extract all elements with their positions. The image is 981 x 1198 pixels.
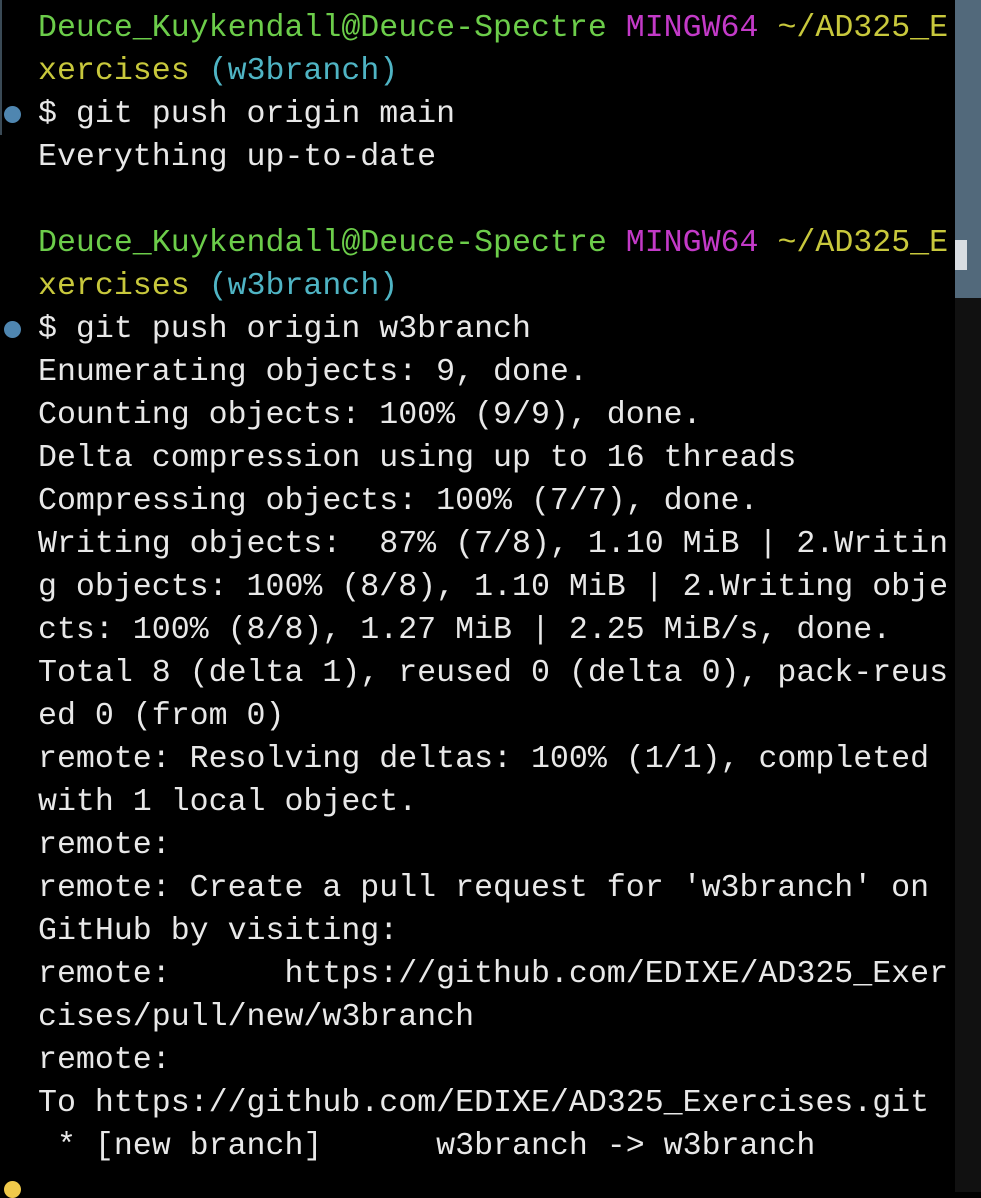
terminal-line: Writing objects: 87% (7/8), 1.10 MiB | 2…	[38, 523, 948, 566]
terminal-line: ed 0 (from 0)	[38, 695, 284, 738]
text-segment-path: ~/AD325_E	[777, 226, 949, 261]
text-segment-output: ed 0 (from 0)	[38, 699, 285, 734]
terminal-line: Deuce_Kuykendall@Deuce-Spectre MINGW64 ~…	[38, 7, 948, 50]
command-decoration-icon[interactable]	[4, 106, 21, 123]
text-segment-msystem: MINGW64	[625, 11, 778, 46]
pane-border	[0, 0, 2, 135]
text-segment-output: cts: 100% (8/8), 1.27 MiB | 2.25 MiB/s, …	[38, 613, 892, 648]
command-pending-decoration-icon[interactable]	[4, 1181, 21, 1198]
text-segment-output: cises/pull/new/w3branch	[38, 1000, 475, 1035]
text-segment-output: GitHub by visiting:	[38, 914, 399, 949]
terminal-line: Delta compression using up to 16 threads	[38, 437, 796, 480]
terminal-line: Everything up-to-date	[38, 136, 436, 179]
terminal-line: $ git push origin w3branch	[38, 308, 531, 351]
terminal-line: remote: Resolving deltas: 100% (1/1), co…	[38, 738, 929, 781]
text-segment-msystem: MINGW64	[625, 226, 778, 261]
text-segment-user-host: Deuce_Kuykendall@Deuce-Spectre	[38, 11, 626, 46]
text-segment-output: Everything up-to-date	[38, 140, 437, 175]
text-segment-output: with 1 local object.	[38, 785, 418, 820]
terminal-line: GitHub by visiting:	[38, 910, 398, 953]
terminal-line: To https://github.com/EDIXE/AD325_Exerci…	[38, 1082, 929, 1125]
command-decoration-icon[interactable]	[4, 321, 21, 338]
text-segment-output: remote: https://github.com/EDIXE/AD325_E…	[38, 957, 949, 992]
text-segment-output: g objects: 100% (8/8), 1.10 MiB | 2.Writ…	[38, 570, 949, 605]
terminal-line: Enumerating objects: 9, done.	[38, 351, 588, 394]
terminal-line: remote: Create a pull request for 'w3bra…	[38, 867, 929, 910]
terminal-line: Deuce_Kuykendall@Deuce-Spectre MINGW64 ~…	[38, 222, 948, 265]
text-segment-output: $ git push origin w3branch	[38, 312, 531, 347]
text-segment-output: $ git push origin main	[38, 97, 456, 132]
text-segment-path: xercises	[38, 269, 209, 304]
terminal-line: Compressing objects: 100% (7/7), done.	[38, 480, 758, 523]
text-segment-output: Writing objects: 87% (7/8), 1.10 MiB | 2…	[38, 527, 949, 562]
terminal-line: remote:	[38, 824, 171, 867]
text-segment-output: remote:	[38, 828, 171, 863]
terminal-line: Counting objects: 100% (9/9), done.	[38, 394, 702, 437]
text-segment-output: * [new branch] w3branch -> w3branch	[38, 1129, 816, 1164]
terminal-line: g objects: 100% (8/8), 1.10 MiB | 2.Writ…	[38, 566, 948, 609]
scrollbar-position-marker	[955, 240, 967, 270]
terminal-line: Total 8 (delta 1), reused 0 (delta 0), p…	[38, 652, 948, 695]
text-segment-output: To https://github.com/EDIXE/AD325_Exerci…	[38, 1086, 930, 1121]
terminal-line: xercises (w3branch)	[38, 265, 398, 308]
text-segment-output: Counting objects: 100% (9/9), done.	[38, 398, 702, 433]
terminal-line: $ git push origin main	[38, 93, 455, 136]
text-segment-output: remote: Create a pull request for 'w3bra…	[38, 871, 930, 906]
scrollbar[interactable]	[955, 0, 981, 1192]
text-segment-path: ~/AD325_E	[777, 11, 949, 46]
text-segment-output: remote: Resolving deltas: 100% (1/1), co…	[38, 742, 930, 777]
text-segment-output: Total 8 (delta 1), reused 0 (delta 0), p…	[38, 656, 949, 691]
terminal-output[interactable]: Deuce_Kuykendall@Deuce-Spectre MINGW64 ~…	[0, 0, 955, 1198]
text-segment-branch: (w3branch)	[208, 54, 399, 89]
text-segment-output: remote:	[38, 1043, 171, 1078]
text-segment-output: Enumerating objects: 9, done.	[38, 355, 588, 390]
terminal-line: remote:	[38, 1039, 171, 1082]
terminal-line: cts: 100% (8/8), 1.27 MiB | 2.25 MiB/s, …	[38, 609, 891, 652]
terminal-line: with 1 local object.	[38, 781, 417, 824]
text-segment-user-host: Deuce_Kuykendall@Deuce-Spectre	[38, 226, 626, 261]
terminal-line: remote: https://github.com/EDIXE/AD325_E…	[38, 953, 948, 996]
text-segment-output: Delta compression using up to 16 threads	[38, 441, 797, 476]
terminal-line: xercises (w3branch)	[38, 50, 398, 93]
text-segment-path: xercises	[38, 54, 209, 89]
text-segment-branch: (w3branch)	[208, 269, 399, 304]
terminal-line: cises/pull/new/w3branch	[38, 996, 474, 1039]
text-segment-output: Compressing objects: 100% (7/7), done.	[38, 484, 759, 519]
terminal-line: * [new branch] w3branch -> w3branch	[38, 1125, 815, 1168]
